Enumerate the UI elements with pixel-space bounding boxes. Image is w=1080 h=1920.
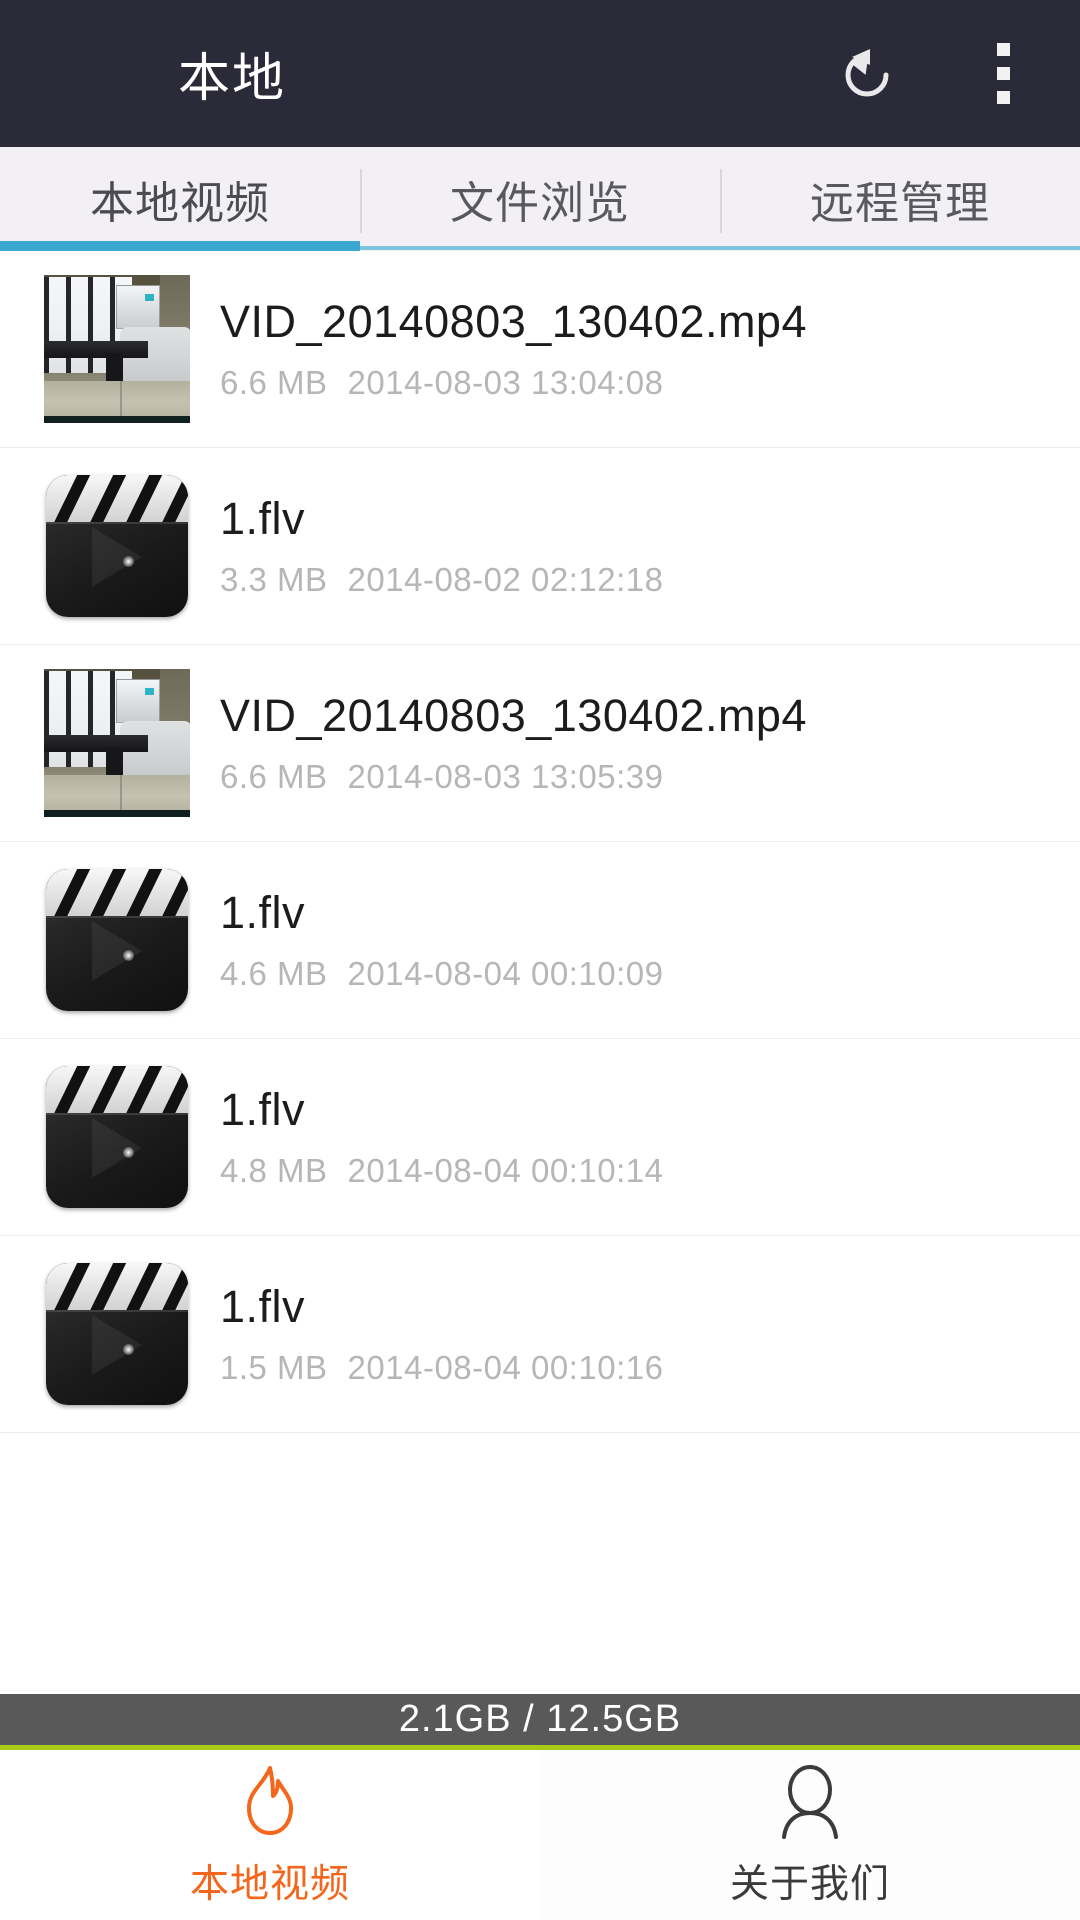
- file-date: 2014-08-03 13:05:39: [347, 758, 664, 795]
- tab-file-browse[interactable]: 文件浏览: [360, 147, 720, 251]
- storage-text: 2.1GB / 12.5GB: [398, 1698, 682, 1740]
- file-info: 1.flv 3.3 MB 2014-08-02 02:12:18: [220, 496, 663, 596]
- file-date: 2014-08-04 00:10:09: [347, 955, 664, 992]
- table-row[interactable]: 1.flv 3.3 MB 2014-08-02 02:12:18: [0, 448, 1080, 645]
- file-name: 1.flv: [220, 887, 306, 938]
- tab-local-video[interactable]: 本地视频: [0, 147, 360, 251]
- file-info: 1.flv 4.8 MB 2014-08-04 00:10:14: [220, 1087, 663, 1187]
- overflow-menu-button[interactable]: [964, 35, 1042, 113]
- clapperboard-icon: [46, 869, 188, 1011]
- file-meta: 3.3 MB 2014-08-02 02:12:18: [220, 563, 663, 596]
- overflow-menu-icon: [996, 43, 1010, 104]
- app-screen: 本地 本地视频 文件浏览 远程管理 VID_20140803_130402.mp…: [0, 0, 1080, 1920]
- clapperboard-icon: [46, 1263, 188, 1405]
- bottom-navigation: 本地视频 关于我们: [0, 1750, 1080, 1920]
- tab-indicator-track: [359, 246, 1080, 250]
- file-info: 1.flv 1.5 MB 2014-08-04 00:10:16: [220, 1284, 663, 1384]
- refresh-button[interactable]: [828, 35, 906, 113]
- file-meta: 4.8 MB 2014-08-04 00:10:14: [220, 1154, 663, 1187]
- tab-indicator: [0, 241, 1080, 251]
- file-size: 6.6 MB: [220, 364, 328, 401]
- file-name: 1.flv: [220, 493, 306, 544]
- file-size: 4.8 MB: [220, 1152, 328, 1189]
- tab-label: 文件浏览: [450, 179, 630, 228]
- clapperboard-icon: [46, 1066, 188, 1208]
- bottom-nav-label: 本地视频: [189, 1863, 350, 1906]
- video-thumbnail-image: [44, 275, 190, 423]
- thumbnail: [44, 1064, 190, 1210]
- file-size: 6.6 MB: [220, 758, 328, 795]
- clapperboard-icon: [46, 475, 188, 617]
- file-name: 1.flv: [220, 1084, 306, 1135]
- file-meta: 6.6 MB 2014-08-03 13:05:39: [220, 760, 807, 793]
- file-info: VID_20140803_130402.mp4 6.6 MB 2014-08-03…: [220, 299, 807, 399]
- tab-label: 远程管理: [810, 179, 990, 228]
- tab-bar: 本地视频 文件浏览 远程管理: [0, 147, 1080, 251]
- thumbnail: [44, 669, 190, 817]
- tab-remote-manage[interactable]: 远程管理: [720, 147, 1080, 251]
- thumbnail: [44, 473, 190, 619]
- page-title: 本地: [178, 50, 287, 108]
- tab-indicator-active: [0, 241, 360, 251]
- app-header: 本地: [0, 0, 1080, 147]
- bottom-nav-label: 关于我们: [729, 1863, 890, 1906]
- file-date: 2014-08-04 00:10:14: [347, 1152, 664, 1189]
- file-name: VID_20140803_130402.mp4: [220, 690, 807, 741]
- file-date: 2014-08-04 00:10:16: [347, 1349, 664, 1386]
- file-date: 2014-08-02 02:12:18: [347, 561, 664, 598]
- storage-status-bar: 2.1GB / 12.5GB: [0, 1694, 1080, 1750]
- file-name: VID_20140803_130402.mp4: [220, 296, 807, 347]
- table-row[interactable]: 1.flv 4.6 MB 2014-08-04 00:10:09: [0, 842, 1080, 1039]
- table-row[interactable]: VID_20140803_130402.mp4 6.6 MB 2014-08-03…: [0, 251, 1080, 448]
- table-row[interactable]: 1.flv 4.8 MB 2014-08-04 00:10:14: [0, 1039, 1080, 1236]
- file-info: 1.flv 4.6 MB 2014-08-04 00:10:09: [220, 890, 663, 990]
- bottom-nav-item-about-us[interactable]: 关于我们: [540, 1750, 1080, 1920]
- file-date: 2014-08-03 13:04:08: [347, 364, 664, 401]
- header-actions: [828, 35, 1042, 113]
- thumbnail: [44, 867, 190, 1013]
- tab-label: 本地视频: [90, 179, 270, 228]
- file-size: 3.3 MB: [220, 561, 328, 598]
- file-size: 1.5 MB: [220, 1349, 328, 1386]
- file-meta: 6.6 MB 2014-08-03 13:04:08: [220, 366, 807, 399]
- file-size: 4.6 MB: [220, 955, 328, 992]
- flame-icon: [233, 1761, 307, 1839]
- file-meta: 4.6 MB 2014-08-04 00:10:09: [220, 957, 663, 990]
- file-meta: 1.5 MB 2014-08-04 00:10:16: [220, 1351, 663, 1384]
- bottom-nav-item-local-video[interactable]: 本地视频: [0, 1750, 540, 1920]
- thumbnail: [44, 1261, 190, 1407]
- video-thumbnail-image: [44, 669, 190, 817]
- thumbnail: [44, 275, 190, 423]
- file-info: VID_20140803_130402.mp4 6.6 MB 2014-08-03…: [220, 693, 807, 793]
- file-name: 1.flv: [220, 1281, 306, 1332]
- person-icon: [773, 1761, 847, 1839]
- file-list[interactable]: VID_20140803_130402.mp4 6.6 MB 2014-08-03…: [0, 251, 1080, 1694]
- table-row[interactable]: 1.flv 1.5 MB 2014-08-04 00:10:16: [0, 1236, 1080, 1433]
- refresh-rotate-icon: [845, 48, 889, 96]
- table-row[interactable]: VID_20140803_130402.mp4 6.6 MB 2014-08-03…: [0, 645, 1080, 842]
